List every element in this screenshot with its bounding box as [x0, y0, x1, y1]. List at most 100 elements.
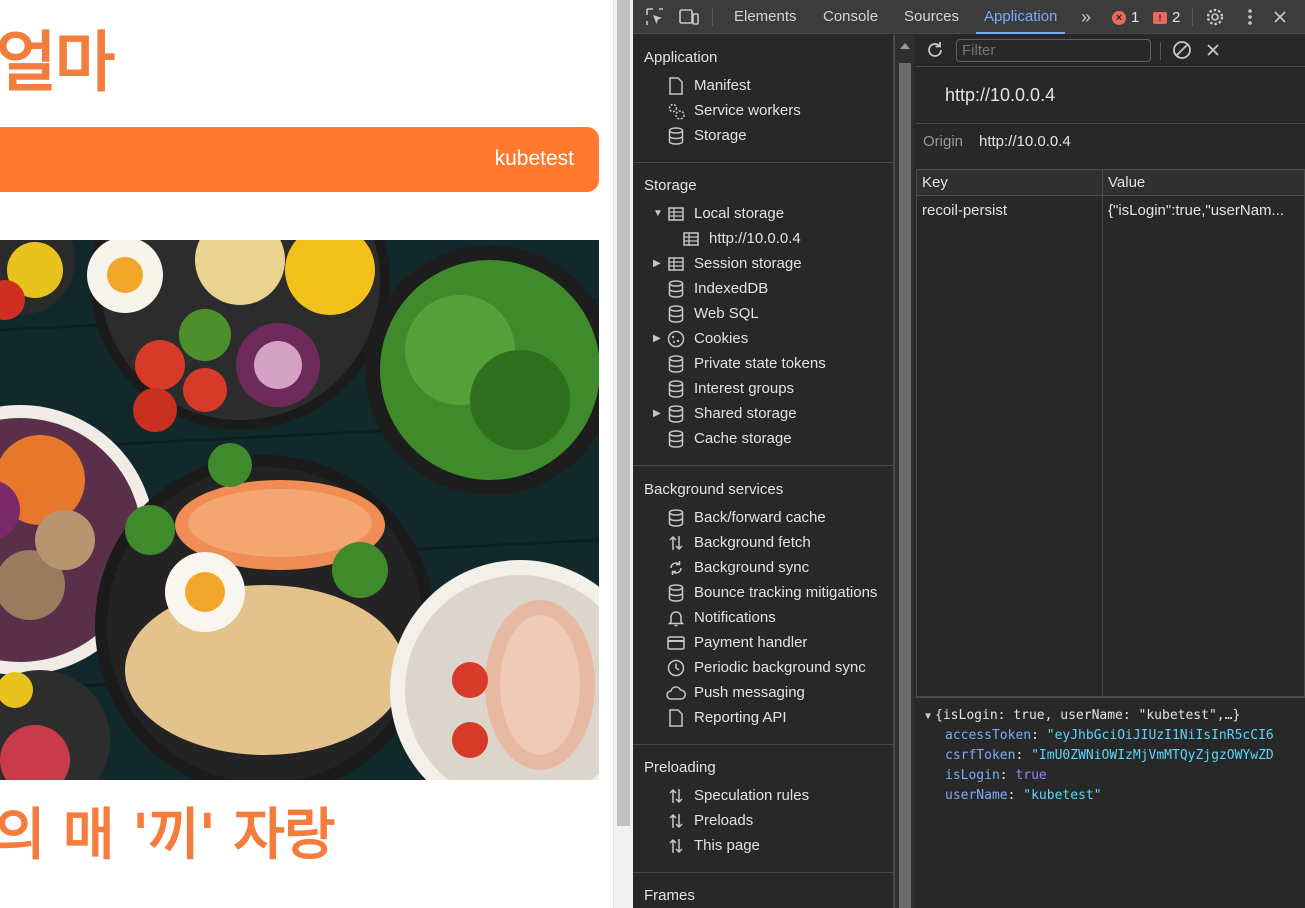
sidebar-item-label: Speculation rules [694, 787, 810, 804]
sidebar-heading-frames[interactable]: Frames [633, 881, 893, 908]
sidebar-item-local-storage[interactable]: ▼ Local storage [633, 201, 893, 226]
error-count-badge[interactable]: × 1 [1112, 9, 1139, 26]
table-cell-key[interactable]: recoil-persist [922, 202, 1097, 219]
sidebar-item-private-state-tokens[interactable]: Private state tokens [633, 351, 893, 376]
sidebar-item-interest-groups[interactable]: Interest groups [633, 376, 893, 401]
preview-divider [915, 697, 1305, 698]
storage-origin-title: http://10.0.0.4 [945, 85, 1056, 105]
expanded-triangle-icon[interactable]: ▼ [653, 201, 663, 226]
sidebar-item-background-fetch[interactable]: Background fetch [633, 530, 893, 555]
sidebar-item-manifest[interactable]: Manifest [633, 73, 893, 98]
preview-field-value: "ImU0ZWNiOWIzMjVmMTQyZjgzOWYwZD [1031, 748, 1274, 763]
sidebar-item-reporting-api[interactable]: Reporting API [633, 705, 893, 730]
sidebar-heading-preloading[interactable]: Preloading [633, 753, 893, 783]
up-down-arrows-icon [666, 836, 686, 856]
sidebar-section-preloading: Preloading Speculation rules Preloads Th… [633, 753, 893, 858]
sidebar-item-speculation-rules[interactable]: Speculation rules [633, 783, 893, 808]
preview-field[interactable]: isLogin: true [925, 766, 1305, 786]
collapsed-triangle-icon[interactable]: ▶ [653, 326, 661, 351]
sidebar-item-label: Cache storage [694, 430, 792, 447]
settings-gear-icon[interactable] [1204, 6, 1226, 28]
page-scrollbar[interactable] [613, 0, 633, 908]
inspect-element-icon[interactable] [644, 6, 666, 28]
sidebar-item-periodic-background-sync[interactable]: Periodic background sync [633, 655, 893, 680]
sidebar-item-label: Notifications [694, 609, 776, 626]
tab-sources[interactable]: Sources [904, 0, 959, 34]
sidebar-item-cookies[interactable]: ▶ Cookies [633, 326, 893, 351]
sidebar-item-payment-handler[interactable]: Payment handler [633, 630, 893, 655]
database-icon [666, 126, 686, 146]
preview-field[interactable]: csrfToken: "ImU0ZWNiOWIzMjVmMTQyZjgzOWYw… [925, 746, 1305, 766]
sidebar-item-indexeddb[interactable]: IndexedDB [633, 276, 893, 301]
sidebar-item-label: Back/forward cache [694, 509, 826, 526]
sidebar-scrollbar[interactable] [894, 35, 914, 908]
bell-icon [666, 608, 686, 628]
error-icon: × [1112, 10, 1126, 25]
more-options-icon[interactable] [1239, 6, 1261, 28]
expanded-triangle-icon[interactable]: ▼ [925, 711, 931, 722]
sidebar-item-preloads[interactable]: Preloads [633, 808, 893, 833]
preview-summary: {isLogin: true, userName: "kubetest",…} [935, 708, 1241, 723]
sidebar-item-notifications[interactable]: Notifications [633, 605, 893, 630]
sidebar-item-storage[interactable]: Storage [633, 123, 893, 148]
collapsed-triangle-icon[interactable]: ▶ [653, 251, 661, 276]
sidebar-item-cache-storage[interactable]: Cache storage [633, 426, 893, 451]
sidebar-item-bounce-tracking[interactable]: Bounce tracking mitigations [633, 580, 893, 605]
column-header-value[interactable]: Value [1108, 174, 1145, 191]
sidebar-item-label: Push messaging [694, 684, 805, 701]
tab-application[interactable]: Application [975, 0, 1066, 34]
sidebar-heading-storage[interactable]: Storage [633, 171, 893, 201]
collapsed-triangle-icon[interactable]: ▶ [653, 401, 661, 426]
filter-input[interactable] [956, 39, 1151, 62]
sidebar-heading-application[interactable]: Application [633, 43, 893, 73]
database-icon [666, 304, 686, 324]
database-icon [666, 583, 686, 603]
origin-row: Origin http://10.0.0.4 [923, 133, 1071, 150]
table-cell-value[interactable]: {"isLogin":true,"userNam... [1108, 202, 1301, 219]
tab-elements[interactable]: Elements [734, 0, 797, 34]
up-down-arrows-icon [666, 811, 686, 831]
tab-console[interactable]: Console [823, 0, 878, 34]
sidebar-item-shared-storage[interactable]: ▶ Shared storage [633, 401, 893, 426]
sidebar-item-web-sql[interactable]: Web SQL [633, 301, 893, 326]
sidebar-item-push-messaging[interactable]: Push messaging [633, 680, 893, 705]
up-down-arrows-icon [666, 786, 686, 806]
sidebar-item-label: Shared storage [694, 405, 797, 422]
sidebar-scrollbar-thumb[interactable] [899, 63, 911, 908]
document-icon [666, 76, 686, 96]
page-scrollbar-thumb[interactable] [617, 0, 630, 826]
sidebar-item-back-forward-cache[interactable]: Back/forward cache [633, 505, 893, 530]
database-icon [666, 354, 686, 374]
sidebar-item-local-storage-origin[interactable]: http://10.0.0.4 [633, 226, 893, 251]
sidebar-item-label: Payment handler [694, 634, 808, 651]
devtools-panel: Elements Console Sources Application » ×… [633, 0, 1305, 908]
document-icon [666, 708, 686, 728]
origin-label: Origin [923, 133, 964, 150]
preview-field[interactable]: userName: "kubetest" [925, 786, 1305, 806]
devtools-toolbar: Elements Console Sources Application » ×… [633, 0, 1305, 34]
delete-selected-icon[interactable] [1202, 39, 1224, 61]
clear-all-icon[interactable] [1171, 39, 1193, 61]
refresh-icon[interactable] [924, 39, 946, 61]
gears-icon [666, 101, 686, 121]
sidebar-item-label: Web SQL [694, 305, 759, 322]
toolbar-separator [1192, 8, 1193, 26]
sidebar-item-service-workers[interactable]: Service workers [633, 98, 893, 123]
sidebar-item-label: Periodic background sync [694, 659, 866, 676]
user-name[interactable]: kubetest [495, 147, 574, 171]
more-tabs-icon[interactable]: » [1075, 6, 1097, 28]
preview-field-value: "eyJhbGciOiJIUzI1NiIsInR5cCI6 [1046, 728, 1274, 743]
device-toolbar-icon[interactable] [678, 6, 700, 28]
sidebar-item-background-sync[interactable]: Background sync [633, 555, 893, 580]
sidebar-item-session-storage[interactable]: ▶ Session storage [633, 251, 893, 276]
preview-summary-line[interactable]: ▼ {isLogin: true, userName: "kubetest",…} [925, 706, 1305, 726]
preview-field[interactable]: accessToken: "eyJhbGciOiJIUzI1NiIsInR5cC… [925, 726, 1305, 746]
close-devtools-icon[interactable] [1269, 6, 1291, 28]
column-header-key[interactable]: Key [922, 174, 948, 191]
column-divider[interactable] [1102, 170, 1103, 696]
up-down-arrows-icon [666, 533, 686, 553]
warning-count-badge[interactable]: ! 2 [1153, 9, 1180, 26]
sidebar-item-this-page[interactable]: This page [633, 833, 893, 858]
sidebar-heading-background-services[interactable]: Background services [633, 475, 893, 505]
scroll-up-arrow-icon[interactable] [900, 43, 910, 49]
